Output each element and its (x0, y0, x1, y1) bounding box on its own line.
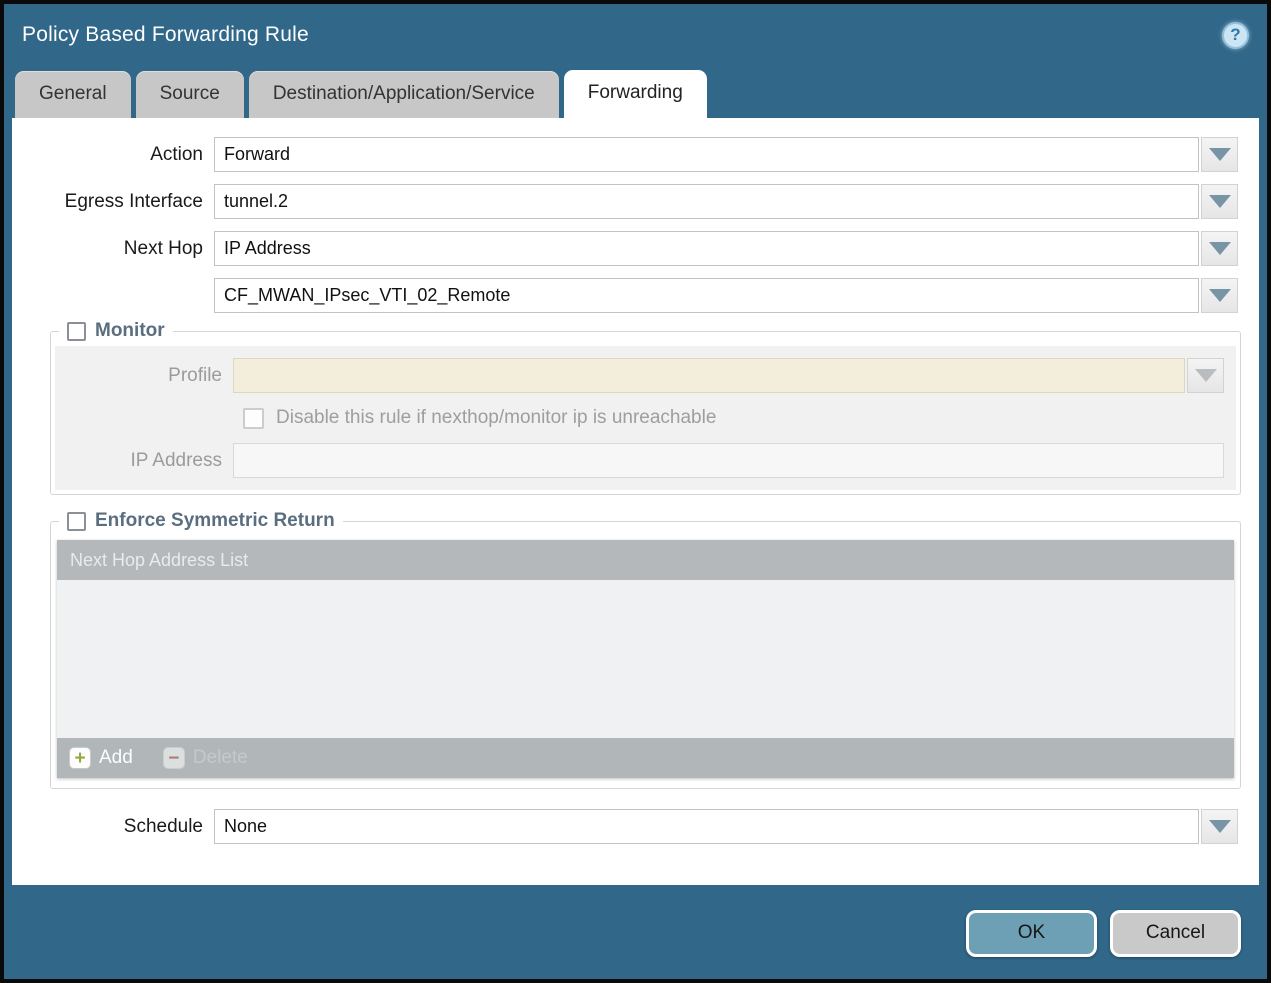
next-hop-address-list-table: Next Hop Address List + Add − Delete (57, 540, 1234, 778)
chevron-down-icon (1195, 369, 1217, 382)
profile-dropdown-button (1187, 358, 1224, 393)
chevron-down-icon (1209, 242, 1231, 255)
cancel-button[interactable]: Cancel (1110, 910, 1241, 957)
monitor-ip-address-row: IP Address (55, 443, 1228, 478)
next-hop-address-list-toolbar: + Add − Delete (57, 738, 1234, 778)
next-hop-row: Next Hop IP Address (12, 231, 1238, 266)
action-input[interactable]: Forward (214, 137, 1199, 172)
monitor-checkbox[interactable] (67, 322, 86, 341)
chevron-down-icon (1209, 195, 1231, 208)
profile-input (233, 358, 1185, 393)
next-hop-address-list-header: Next Hop Address List (57, 540, 1234, 580)
monitor-legend-label: Monitor (95, 320, 165, 342)
monitor-ip-address-input (233, 443, 1224, 478)
schedule-row: Schedule None (12, 809, 1238, 844)
dialog-footer: OK Cancel (4, 887, 1267, 979)
tab-general[interactable]: General (15, 71, 131, 118)
monitor-ip-address-label: IP Address (55, 450, 233, 472)
add-button-label: Add (99, 747, 133, 769)
egress-interface-dropdown-button[interactable] (1201, 184, 1238, 219)
egress-interface-row: Egress Interface tunnel.2 (12, 184, 1238, 219)
chevron-down-icon (1209, 820, 1231, 833)
profile-label: Profile (55, 365, 233, 387)
schedule-dropdown-button[interactable] (1201, 809, 1238, 844)
tab-bar: General Source Destination/Application/S… (4, 66, 1267, 118)
next-hop-label: Next Hop (12, 238, 214, 260)
disable-rule-label: Disable this rule if nexthop/monitor ip … (276, 407, 716, 429)
monitor-legend: Monitor (59, 320, 173, 342)
symmetric-return-fieldset: Enforce Symmetric Return Next Hop Addres… (50, 521, 1241, 789)
minus-icon: − (163, 747, 185, 769)
delete-button: − Delete (163, 747, 248, 769)
ok-button[interactable]: OK (966, 910, 1097, 957)
help-icon[interactable]: ? (1222, 22, 1249, 49)
delete-button-label: Delete (193, 747, 248, 769)
symmetric-return-legend: Enforce Symmetric Return (59, 510, 343, 532)
schedule-input[interactable]: None (214, 809, 1199, 844)
next-hop-address-list-body[interactable] (57, 580, 1234, 738)
chevron-down-icon (1209, 148, 1231, 161)
tab-forwarding[interactable]: Forwarding (564, 70, 707, 118)
egress-interface-input[interactable]: tunnel.2 (214, 184, 1199, 219)
next-hop-address-row: CF_MWAN_IPsec_VTI_02_Remote (12, 278, 1238, 313)
next-hop-type-dropdown-button[interactable] (1201, 231, 1238, 266)
action-row: Action Forward (12, 137, 1238, 172)
add-button[interactable]: + Add (69, 747, 133, 769)
action-dropdown-button[interactable] (1201, 137, 1238, 172)
titlebar: Policy Based Forwarding Rule ? (4, 4, 1267, 66)
monitor-panel: Profile Disable this rule if nexthop/mon… (55, 346, 1236, 490)
schedule-label: Schedule (12, 816, 214, 838)
plus-icon: + (69, 747, 91, 769)
egress-interface-label: Egress Interface (12, 191, 214, 213)
tab-panel-forwarding: Action Forward Egress Interface tunnel.2… (12, 118, 1259, 885)
action-label: Action (12, 144, 214, 166)
profile-row: Profile (55, 358, 1228, 393)
monitor-fieldset: Monitor Profile Disable this rule if nex… (50, 331, 1241, 495)
symmetric-return-checkbox[interactable] (67, 512, 86, 531)
next-hop-address-input[interactable]: CF_MWAN_IPsec_VTI_02_Remote (214, 278, 1199, 313)
disable-rule-checkbox (243, 408, 264, 429)
disable-rule-row: Disable this rule if nexthop/monitor ip … (243, 407, 1228, 429)
chevron-down-icon (1209, 289, 1231, 302)
symmetric-return-legend-label: Enforce Symmetric Return (95, 510, 335, 532)
tab-source[interactable]: Source (136, 71, 244, 118)
pbf-rule-dialog: Policy Based Forwarding Rule ? General S… (0, 0, 1271, 983)
next-hop-type-input[interactable]: IP Address (214, 231, 1199, 266)
next-hop-address-dropdown-button[interactable] (1201, 278, 1238, 313)
tab-destination-application-service[interactable]: Destination/Application/Service (249, 71, 559, 118)
dialog-title: Policy Based Forwarding Rule (22, 23, 1222, 47)
